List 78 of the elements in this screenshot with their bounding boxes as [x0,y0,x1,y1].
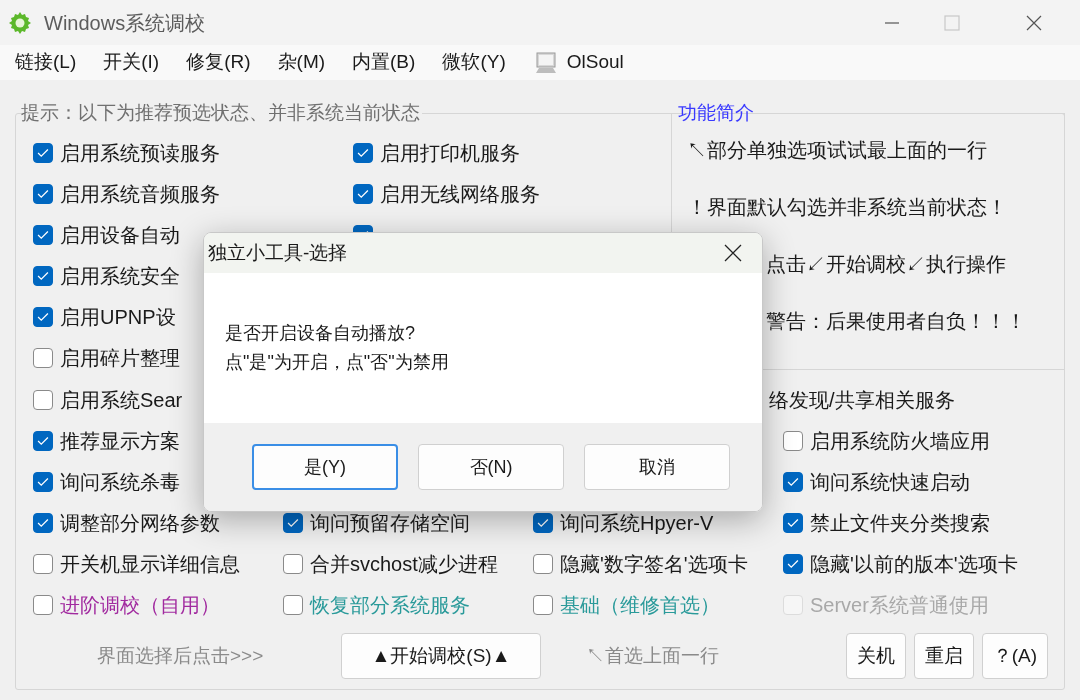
checkbox-label: 恢复部分系统服务 [310,592,470,618]
checkbox-label: 合并svchost减少进程 [310,551,498,577]
checkbox-label: 启用系统音频服务 [60,181,220,207]
checkbox-label: 进阶调校（自用） [60,592,220,618]
checkbox-label: 询问预留存储空间 [310,510,470,536]
checkbox[interactable] [33,471,53,492]
start-button[interactable]: ▲开始调校(S)▲ [341,633,541,679]
checkbox[interactable] [533,553,553,574]
checkbox-label: 禁止文件夹分类搜索 [810,510,990,536]
checkbox-label: 启用设备自动 [60,222,180,248]
checkbox-label: 络发现/共享相关服务 [768,387,956,413]
checkbox[interactable] [783,553,803,574]
checkbox-label: 启用无线网络服务 [380,181,540,207]
checkbox-label: 询问系统快速启动 [810,469,970,495]
dialog-button[interactable]: 取消 [584,444,730,490]
checkbox[interactable] [33,512,53,533]
menu-item[interactable]: 内置(B) [352,48,416,77]
checkbox-label: 隐藏'数字签名'选项卡 [560,551,748,577]
message-text: 点"是"为开启，点"否"为禁用 [225,351,449,374]
checkbox[interactable] [33,347,53,368]
checkbox-label: 启用系统安全 [60,263,180,289]
checkbox[interactable] [33,553,53,574]
checkbox[interactable] [283,553,303,574]
group-legend: 提示：以下为推荐预选状态、并非系统当前状态 [21,102,420,123]
checkbox-label: 询问系统Hpyer-V [560,510,714,536]
checkbox-label: Server系统普通使用 [810,592,989,618]
note-text: ↖首选上面一行 [586,643,719,668]
action-button[interactable]: 重启 [913,633,974,679]
checkbox[interactable] [33,430,53,451]
menu-item[interactable]: 微软(Y) [442,48,506,77]
checkbox[interactable] [353,142,373,163]
gear-icon [8,10,32,35]
checkbox[interactable] [783,471,803,492]
checkbox[interactable] [33,224,53,245]
dialog-title: 独立小工具-选择 [208,240,348,265]
checkbox[interactable] [353,183,373,204]
info-text: 警告：后果使用者自负！！！ [766,309,1026,334]
info-text: ↖部分单独选项试试最上面的一行 [687,138,987,163]
checkbox-label: 隐藏'以前的版本'选项卡 [810,551,1018,577]
checkbox[interactable] [533,594,553,615]
dialog-button[interactable]: 否(N) [418,444,564,490]
action-button[interactable]: ？(A) [981,633,1048,679]
checkbox[interactable] [533,512,553,533]
hint-text: 界面选择后点击>>> [97,643,265,668]
checkbox[interactable] [33,265,53,286]
checkbox-label: 基础（维修首选） [560,592,720,618]
checkbox[interactable] [33,142,53,163]
checkbox-label: 启用UPNP设 [60,304,176,330]
menu-item[interactable]: 修复(R) [186,48,251,77]
checkbox[interactable] [33,389,53,410]
menu-item[interactable]: 开关(I) [103,48,160,77]
checkbox-label: 启用系统防火墙应用 [810,428,990,454]
window-title: Windows系统调校 [44,10,206,36]
checkbox-label: 调整部分网络参数 [60,510,220,536]
checkbox[interactable] [783,512,803,533]
checkbox-label: 询问系统杀毒 [60,469,180,495]
checkbox-label: 启用系统预读服务 [60,140,220,166]
close-icon[interactable] [723,243,743,263]
checkbox-label: 推荐显示方案 [60,428,180,454]
menu-item[interactable]: 链接(L) [15,48,77,77]
checkbox[interactable] [33,306,53,327]
checkbox[interactable] [33,594,53,615]
checkbox-label: 启用碎片整理 [60,345,180,371]
checkbox[interactable] [283,594,303,615]
checkbox-label: 启用系统Sear [60,387,183,413]
dialog-button[interactable]: 是(Y) [252,444,398,490]
checkbox[interactable] [783,430,803,451]
info-text: ！界面默认勾选并非系统当前状态！ [687,195,1007,220]
message-text: 是否开启设备自动播放? [225,322,415,345]
menu-item[interactable]: OlSoul [566,48,624,77]
checkbox-label: 启用打印机服务 [380,140,520,166]
checkbox-label: 开关机显示详细信息 [60,551,240,577]
checkbox[interactable] [283,512,303,533]
action-button[interactable]: 关机 [845,633,906,679]
group-legend: 功能简介 [678,102,754,123]
info-text: 点击↙开始调校↙执行操作 [766,252,1006,277]
menu-item[interactable]: 杂(M) [277,48,326,77]
checkbox[interactable] [33,183,53,204]
